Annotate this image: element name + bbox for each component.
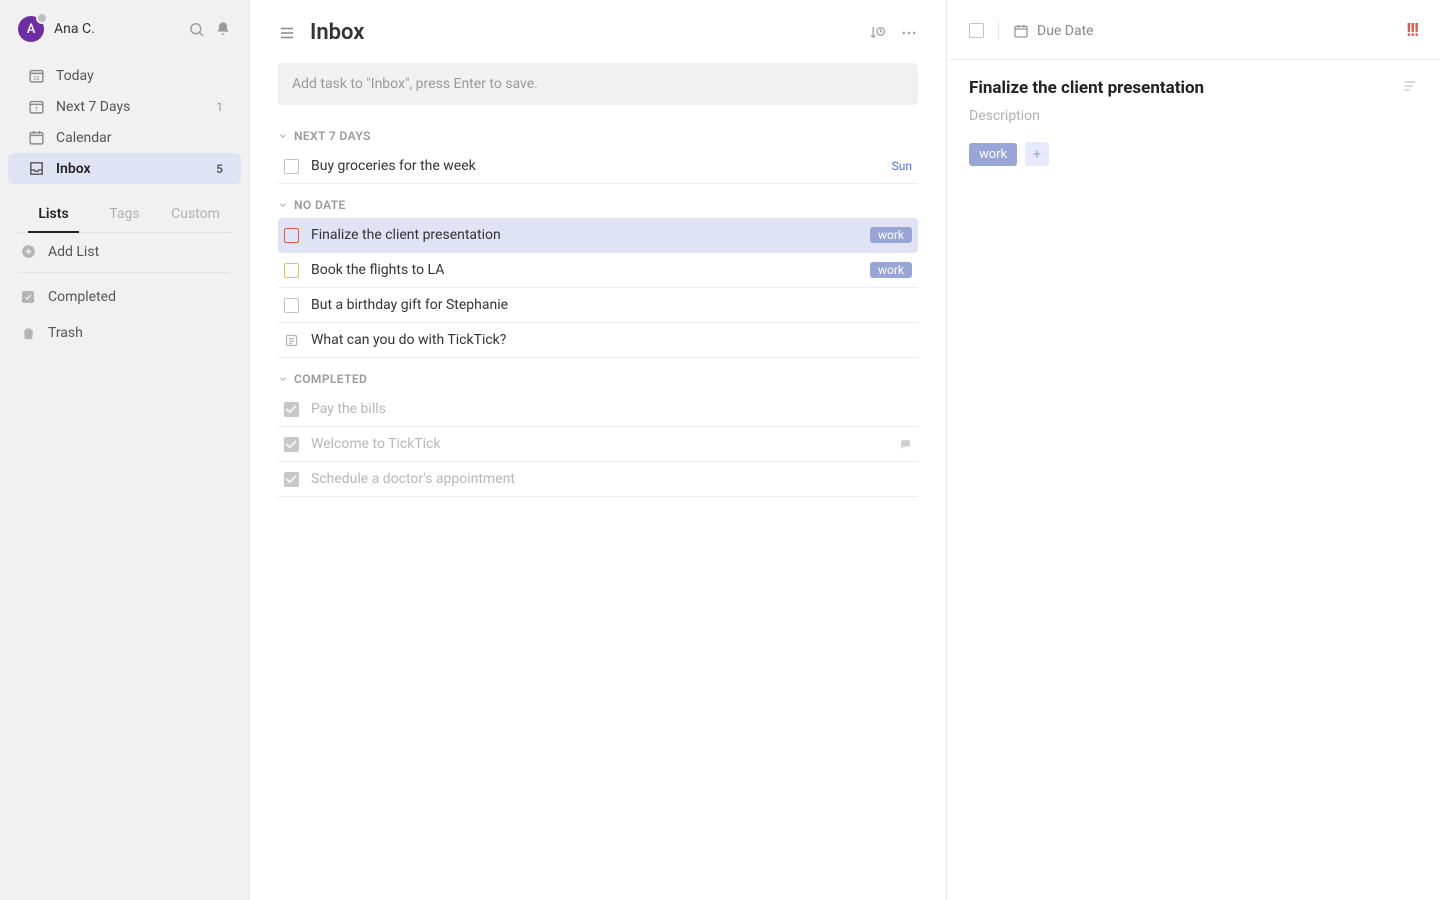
task-title: But a birthday gift for Stephanie bbox=[311, 297, 912, 313]
avatar[interactable]: A bbox=[18, 16, 44, 42]
calendar-icon bbox=[1013, 23, 1029, 39]
section-next7-header[interactable]: NEXT 7 DAYS bbox=[278, 123, 918, 149]
nav-calendar[interactable]: Calendar bbox=[8, 122, 241, 153]
nav-label: Today bbox=[56, 68, 223, 84]
task-title: Pay the bills bbox=[311, 401, 912, 417]
chevron-down-icon bbox=[278, 374, 288, 384]
hamburger-icon[interactable] bbox=[278, 24, 296, 42]
checkbox[interactable] bbox=[284, 298, 299, 313]
detail-title[interactable]: Finalize the client presentation bbox=[969, 78, 1418, 98]
task-row[interactable]: What can you do with TickTick? bbox=[278, 323, 918, 358]
add-tag-button[interactable] bbox=[1025, 142, 1049, 166]
nav-today[interactable]: 22 Today bbox=[8, 60, 241, 91]
svg-text:T: T bbox=[34, 107, 38, 113]
divider bbox=[18, 272, 231, 273]
task-title: Buy groceries for the week bbox=[311, 158, 884, 174]
nav-label: Calendar bbox=[56, 130, 223, 146]
checkbox[interactable] bbox=[284, 263, 299, 278]
main-panel: Inbox Add task to "Inbox", press Enter t… bbox=[250, 0, 947, 900]
task-row[interactable]: Schedule a doctor's appointment bbox=[278, 462, 918, 497]
nav-next7[interactable]: T Next 7 Days 1 bbox=[8, 91, 241, 122]
checkbox-checked[interactable] bbox=[284, 472, 299, 487]
description-input[interactable]: Description bbox=[969, 108, 1418, 124]
task-title: Book the flights to LA bbox=[311, 262, 862, 278]
subtask-toggle-icon[interactable] bbox=[1402, 78, 1418, 94]
checkbox-checked[interactable] bbox=[284, 437, 299, 452]
task-row[interactable]: Buy groceries for the week Sun bbox=[278, 149, 918, 184]
due-date-label: Due Date bbox=[1037, 23, 1094, 39]
divider bbox=[998, 22, 999, 40]
page-title: Inbox bbox=[310, 20, 854, 45]
chevron-down-icon bbox=[278, 200, 288, 210]
search-icon[interactable] bbox=[188, 21, 205, 38]
detail-body: Finalize the client presentation Descrip… bbox=[947, 60, 1440, 184]
section-label: NO DATE bbox=[294, 198, 346, 212]
plus-circle-icon bbox=[18, 243, 38, 260]
chevron-down-icon bbox=[278, 131, 288, 141]
completed-label: Completed bbox=[48, 289, 116, 305]
username[interactable]: Ana C. bbox=[54, 21, 178, 37]
task-row[interactable]: But a birthday gift for Stephanie bbox=[278, 288, 918, 323]
detail-checkbox[interactable] bbox=[969, 23, 984, 38]
sidebar-tabs: Lists Tags Custom bbox=[18, 198, 231, 233]
sort-icon[interactable] bbox=[868, 24, 886, 42]
nav-inbox[interactable]: Inbox 5 bbox=[8, 153, 241, 184]
tab-custom[interactable]: Custom bbox=[160, 198, 231, 232]
main-header: Inbox bbox=[278, 20, 918, 45]
status-badge bbox=[36, 12, 48, 24]
note-icon bbox=[284, 333, 299, 348]
detail-panel: Due Date !!! Finalize the client present… bbox=[947, 0, 1440, 900]
task-title: Schedule a doctor's appointment bbox=[311, 471, 912, 487]
sidebar: A Ana C. 22 Today T Next 7 Days 1 Calend… bbox=[0, 0, 250, 900]
add-list-label: Add List bbox=[48, 244, 99, 260]
nav-label: Inbox bbox=[56, 161, 216, 177]
section-completed-header[interactable]: COMPLETED bbox=[278, 366, 918, 392]
task-title: Finalize the client presentation bbox=[311, 227, 862, 243]
task-tag[interactable]: work bbox=[870, 262, 912, 278]
calendar-today-icon: 22 bbox=[26, 67, 46, 84]
priority-button[interactable]: !!! bbox=[1406, 20, 1418, 41]
sidebar-header: A Ana C. bbox=[0, 16, 249, 54]
add-task-input[interactable]: Add task to "Inbox", press Enter to save… bbox=[278, 63, 918, 105]
more-icon[interactable] bbox=[900, 24, 918, 42]
detail-header: Due Date !!! bbox=[947, 0, 1440, 60]
tab-tags[interactable]: Tags bbox=[89, 198, 160, 232]
task-row[interactable]: Book the flights to LA work bbox=[278, 253, 918, 288]
task-row[interactable]: Finalize the client presentation work bbox=[278, 218, 918, 253]
nav-completed[interactable]: Completed bbox=[0, 279, 249, 315]
tag-chip[interactable]: work bbox=[969, 143, 1017, 166]
inbox-icon bbox=[26, 160, 46, 177]
detail-tags: work bbox=[969, 142, 1418, 166]
trash-icon bbox=[18, 326, 38, 341]
task-row[interactable]: Welcome to TickTick bbox=[278, 427, 918, 462]
task-due: Sun bbox=[892, 159, 912, 173]
bell-icon[interactable] bbox=[215, 21, 231, 37]
nav-label: Next 7 Days bbox=[56, 99, 216, 115]
check-square-icon bbox=[18, 289, 38, 305]
task-title: Welcome to TickTick bbox=[311, 436, 891, 452]
due-date-button[interactable]: Due Date bbox=[1013, 23, 1094, 39]
task-tag[interactable]: work bbox=[870, 227, 912, 243]
nav-count: 1 bbox=[216, 100, 223, 114]
tab-lists[interactable]: Lists bbox=[18, 198, 89, 232]
checkbox[interactable] bbox=[284, 159, 299, 174]
task-title: What can you do with TickTick? bbox=[311, 332, 912, 348]
checkbox[interactable] bbox=[284, 228, 299, 243]
calendar-icon bbox=[26, 129, 46, 146]
comment-icon bbox=[899, 438, 912, 451]
nav-count: 5 bbox=[216, 162, 223, 176]
checkbox-checked[interactable] bbox=[284, 402, 299, 417]
nav-trash[interactable]: Trash bbox=[0, 315, 249, 351]
section-nodate-header[interactable]: NO DATE bbox=[278, 192, 918, 218]
trash-label: Trash bbox=[48, 325, 83, 341]
calendar-week-icon: T bbox=[26, 98, 46, 115]
svg-text:22: 22 bbox=[33, 76, 39, 82]
section-label: COMPLETED bbox=[294, 372, 367, 386]
avatar-initial: A bbox=[27, 22, 36, 37]
add-list-button[interactable]: Add List bbox=[0, 233, 249, 270]
section-label: NEXT 7 DAYS bbox=[294, 129, 371, 143]
task-row[interactable]: Pay the bills bbox=[278, 392, 918, 427]
